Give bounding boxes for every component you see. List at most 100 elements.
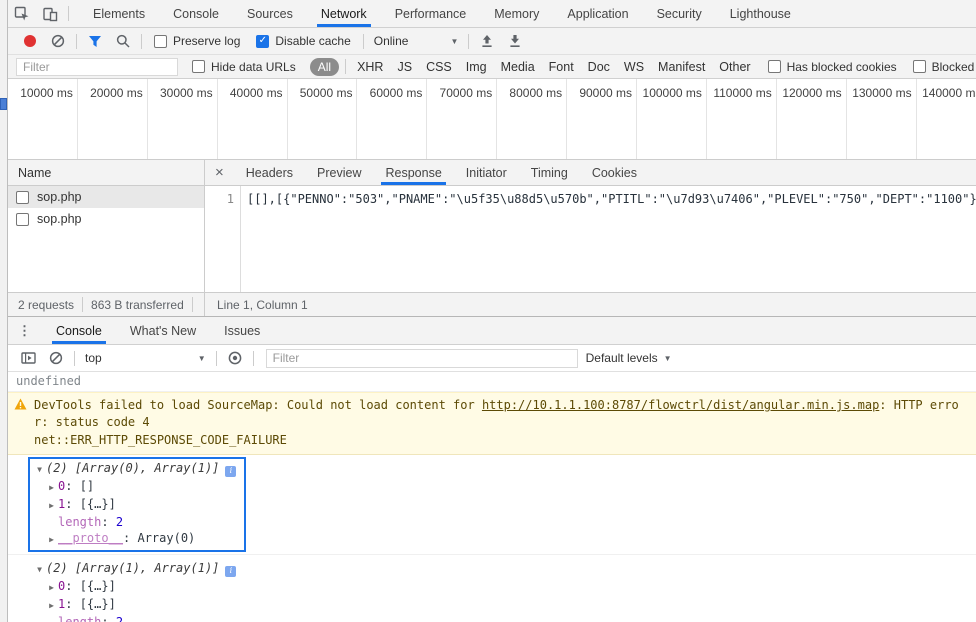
- network-filter-input[interactable]: [16, 57, 178, 76]
- filter-type-xhr[interactable]: XHR: [350, 60, 390, 74]
- divider: [82, 297, 84, 312]
- object-property-row[interactable]: ▶ 0: [{…}]: [45, 578, 236, 596]
- throttling-value: Online: [373, 34, 409, 48]
- object-property-row[interactable]: ▶ 1: [{…}]: [45, 596, 236, 614]
- object-property-row[interactable]: length: 2: [45, 614, 236, 622]
- expand-triangle-icon[interactable]: ▶: [45, 480, 58, 496]
- divider: [76, 33, 77, 49]
- device-toolbar-icon[interactable]: [36, 2, 64, 26]
- checkbox-unchecked[interactable]: [192, 60, 205, 73]
- tab-console[interactable]: Console: [159, 0, 233, 27]
- filter-type-css[interactable]: CSS: [419, 60, 459, 74]
- object-property-row[interactable]: ▶ 0: []: [45, 478, 236, 496]
- checkbox-checked[interactable]: ✓: [256, 34, 270, 48]
- object-tree[interactable]: ▼ (2) [Array(0), Array(1)] i ▶ 0: [] ▶ 1: [{…}…: [28, 457, 247, 553]
- object-property-row[interactable]: ▶ 1: [{…}]: [45, 496, 236, 514]
- checkbox-unchecked[interactable]: [767, 60, 781, 73]
- detail-tab-initiator[interactable]: Initiator: [454, 160, 519, 185]
- tab-lighthouse[interactable]: Lighthouse: [716, 0, 805, 27]
- export-har-icon[interactable]: [501, 29, 529, 53]
- blocked-requests-label: Blocked Requests: [931, 59, 976, 74]
- hide-data-urls-checkbox[interactable]: Hide data URLs: [192, 60, 296, 74]
- filter-type-font[interactable]: Font: [542, 60, 581, 74]
- request-row[interactable]: sop.php: [8, 186, 204, 208]
- network-overview-request-bar: [0, 98, 7, 110]
- timeline-tick: 30000 ms: [148, 79, 218, 159]
- object-preview-row[interactable]: ▼ (2) [Array(1), Array(1)] i: [33, 560, 237, 578]
- object-property-row[interactable]: length: 2: [45, 514, 236, 530]
- log-levels-select[interactable]: Default levels ▼: [586, 351, 672, 365]
- tab-network[interactable]: Network: [307, 0, 381, 27]
- divider: [252, 350, 254, 366]
- detail-tab-cookies[interactable]: Cookies: [580, 160, 649, 185]
- warning-text: DevTools failed to load SourceMap: Could…: [34, 397, 972, 449]
- disable-cache-checkbox[interactable]: ✓ Disable cache: [256, 34, 351, 48]
- search-icon[interactable]: [109, 29, 137, 53]
- timeline-tick: 50000 ms: [288, 79, 358, 159]
- request-checkbox[interactable]: [16, 190, 29, 204]
- filter-type-manifest[interactable]: Manifest: [651, 60, 712, 74]
- throttling-select[interactable]: Online ▼: [374, 34, 459, 48]
- object-tree[interactable]: ▼ (2) [Array(1), Array(1)] i ▶ 0: [{…}] ▶ 1: […: [28, 557, 246, 622]
- blocked-requests-checkbox[interactable]: Blocked Requests: [912, 59, 976, 74]
- filter-type-media[interactable]: Media: [494, 60, 542, 74]
- checkbox-unchecked[interactable]: [154, 34, 167, 48]
- live-expression-eye-icon[interactable]: [221, 346, 249, 370]
- clear-network-log-icon[interactable]: [44, 29, 72, 53]
- has-blocked-cookies-checkbox[interactable]: Has blocked cookies: [767, 60, 897, 74]
- checkbox-unchecked[interactable]: [912, 60, 926, 73]
- name-column-header[interactable]: Name: [8, 160, 204, 186]
- filter-type-doc[interactable]: Doc: [581, 60, 617, 74]
- filter-funnel-icon[interactable]: [81, 29, 109, 53]
- request-row[interactable]: sop.php: [8, 208, 204, 230]
- object-property-row[interactable]: ▶ __proto__: Array(0): [45, 530, 236, 548]
- preserve-log-checkbox[interactable]: Preserve log: [154, 34, 240, 48]
- inspect-element-icon[interactable]: [8, 2, 36, 26]
- console-sidebar-toggle-icon[interactable]: [14, 346, 42, 370]
- filter-type-other[interactable]: Other: [712, 60, 757, 74]
- detail-tab-preview[interactable]: Preview: [305, 160, 373, 185]
- tab-application[interactable]: Application: [553, 0, 642, 27]
- kebab-menu-icon[interactable]: ⋮: [8, 317, 42, 344]
- expand-triangle-icon[interactable]: ▶: [45, 498, 58, 514]
- tab-performance[interactable]: Performance: [381, 0, 481, 27]
- tab-elements[interactable]: Elements: [79, 0, 159, 27]
- expand-triangle-icon[interactable]: ▶: [45, 598, 58, 614]
- filter-type-all[interactable]: All: [309, 57, 340, 76]
- detail-tab-response[interactable]: Response: [373, 160, 453, 185]
- console-messages[interactable]: undefined DevTools failed to load Source…: [8, 372, 976, 622]
- divider: [215, 350, 217, 366]
- import-har-icon[interactable]: [473, 29, 501, 53]
- expand-triangle-icon[interactable]: ▶: [45, 532, 58, 548]
- collapse-triangle-icon[interactable]: ▼: [33, 562, 46, 578]
- filter-type-js[interactable]: JS: [390, 60, 419, 74]
- info-icon[interactable]: i: [225, 565, 237, 577]
- tab-sources[interactable]: Sources: [233, 0, 307, 27]
- divider: [141, 33, 142, 49]
- request-name: sop.php: [37, 212, 82, 226]
- filter-type-img[interactable]: Img: [459, 60, 494, 74]
- console-filter-input[interactable]: [265, 348, 578, 368]
- execution-context-select[interactable]: top ▼: [85, 351, 206, 365]
- tab-security[interactable]: Security: [643, 0, 716, 27]
- clear-console-icon[interactable]: [42, 346, 70, 370]
- info-icon[interactable]: i: [225, 465, 237, 477]
- object-preview-row[interactable]: ▼ (2) [Array(0), Array(1)] i: [33, 460, 237, 478]
- drawer-tab-console[interactable]: Console: [42, 317, 116, 344]
- response-viewer[interactable]: 1 [[],[{"PENNO":"503","PNAME":"\u5f35\u8…: [205, 186, 976, 292]
- collapse-triangle-icon[interactable]: ▼: [33, 462, 46, 478]
- close-icon[interactable]: ×: [205, 160, 234, 185]
- sourcemap-link[interactable]: http://10.1.1.100:8787/flowctrl/dist/ang…: [482, 398, 879, 412]
- drawer-tab-what-s-new[interactable]: What's New: [116, 317, 210, 344]
- divider: [191, 297, 193, 312]
- request-checkbox[interactable]: [16, 212, 29, 226]
- expand-triangle-icon[interactable]: ▶: [45, 580, 58, 596]
- detail-tab-timing[interactable]: Timing: [519, 160, 580, 185]
- tab-memory[interactable]: Memory: [480, 0, 553, 27]
- network-overview-timeline[interactable]: 10000 ms 20000 ms 30000 ms 40000 ms 50000 ms…: [8, 79, 976, 160]
- detail-tab-headers[interactable]: Headers: [234, 160, 305, 185]
- request-list-panel: Name sop.php sop.php 2 requests 863 B tra…: [8, 160, 205, 316]
- filter-type-ws[interactable]: WS: [617, 60, 651, 74]
- record-network-log-icon[interactable]: [24, 35, 36, 47]
- drawer-tab-issues[interactable]: Issues: [210, 317, 274, 344]
